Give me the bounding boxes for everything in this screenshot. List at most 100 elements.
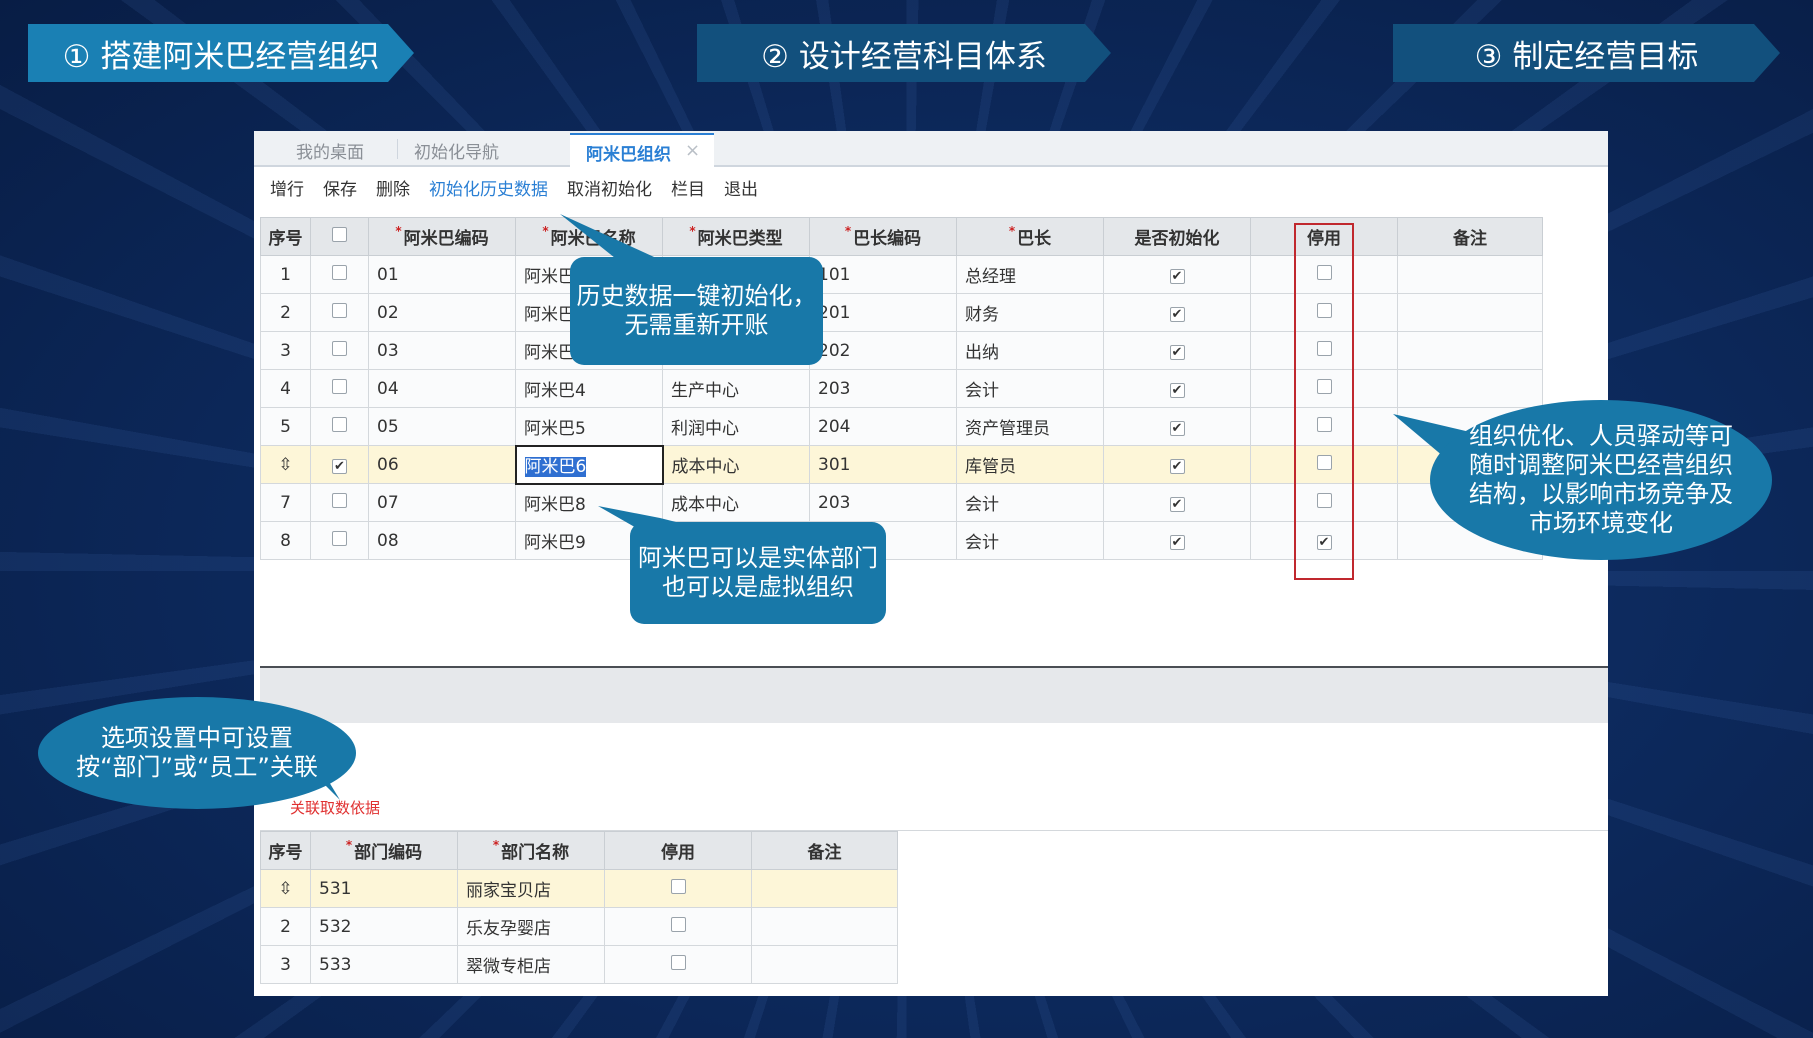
row-select-cell[interactable]: ✔ (310, 445, 369, 484)
leader-cell[interactable]: 库管员 (956, 445, 1104, 484)
table-row[interactable]: ⇳ 531 丽家宝贝店 (260, 869, 898, 908)
delete-button[interactable]: 删除 (376, 175, 410, 200)
initialized-checkbox[interactable]: ✔ (1169, 420, 1185, 436)
add-row-button[interactable]: 增行 (270, 175, 304, 200)
row-select-checkbox[interactable] (332, 530, 347, 546)
amoeba-type-cell[interactable]: 生产中心 (662, 369, 810, 408)
row-select-cell[interactable] (310, 331, 369, 370)
cancel-init-button[interactable]: 取消初始化 (567, 175, 652, 200)
amoeba-type-cell[interactable]: 成本中心 (662, 483, 810, 522)
row-select-cell[interactable] (310, 293, 369, 332)
close-icon[interactable]: × (685, 140, 700, 167)
leader-code-cell[interactable]: 204 (809, 407, 957, 446)
disabled-cell[interactable] (604, 907, 752, 946)
row-select-cell[interactable] (310, 483, 369, 522)
exit-button[interactable]: 退出 (724, 175, 758, 200)
initialized-cell[interactable]: ✔ (1103, 445, 1251, 484)
remark-cell[interactable] (751, 907, 898, 946)
amoeba-type-cell[interactable]: 利润中心 (662, 407, 810, 446)
remark-cell[interactable] (751, 869, 898, 908)
amoeba-name-cell[interactable]: 阿米巴4 (515, 369, 663, 408)
leader-code-cell[interactable]: 101 (809, 255, 957, 294)
initialized-cell[interactable]: ✔ (1103, 331, 1251, 370)
initialized-checkbox[interactable]: ✔ (1169, 496, 1185, 512)
tab-init-guide[interactable]: 初始化导航 (414, 138, 499, 163)
initialized-checkbox[interactable]: ✔ (1169, 306, 1185, 322)
initialized-cell[interactable]: ✔ (1103, 407, 1251, 446)
amoeba-name-cell[interactable]: 阿米巴5 (515, 407, 663, 446)
dept-code-cell[interactable]: 532 (310, 907, 458, 946)
leader-code-cell[interactable]: 301 (809, 445, 957, 484)
initialized-cell[interactable]: ✔ (1103, 293, 1251, 332)
tab-amoeba-org[interactable]: 阿米巴组织 × (570, 133, 715, 167)
col-header-select-all[interactable] (310, 217, 369, 256)
leader-cell[interactable]: 财务 (956, 293, 1104, 332)
columns-button[interactable]: 栏目 (671, 175, 705, 200)
disabled-checkbox[interactable] (670, 916, 686, 932)
amoeba-name-input[interactable]: 阿米巴6 (514, 444, 664, 485)
initialized-cell[interactable]: ✔ (1103, 483, 1251, 522)
amoeba-code-cell[interactable]: 06 (368, 445, 516, 484)
row-select-checkbox[interactable] (332, 264, 347, 280)
row-select-checkbox[interactable] (332, 378, 347, 394)
amoeba-code-cell[interactable]: 03 (368, 331, 516, 370)
leader-cell[interactable]: 总经理 (956, 255, 1104, 294)
amoeba-name-cell[interactable]: 阿米巴8 (515, 483, 663, 522)
dept-name-cell[interactable]: 丽家宝贝店 (457, 869, 605, 908)
amoeba-code-cell[interactable]: 04 (368, 369, 516, 408)
table-row[interactable]: 3 533 翠微专柜店 (260, 945, 898, 984)
dept-name-cell[interactable]: 乐友孕婴店 (457, 907, 605, 946)
disabled-checkbox[interactable] (670, 954, 686, 970)
initialized-cell[interactable]: ✔ (1103, 521, 1251, 560)
row-select-checkbox[interactable]: ✔ (332, 458, 347, 474)
dept-code-cell[interactable]: 533 (310, 945, 458, 984)
initialized-cell[interactable]: ✔ (1103, 369, 1251, 408)
initialized-checkbox[interactable]: ✔ (1169, 534, 1185, 550)
row-select-checkbox[interactable] (332, 340, 347, 356)
initialized-checkbox[interactable]: ✔ (1169, 458, 1185, 474)
dept-name-cell[interactable]: 翠微专柜店 (457, 945, 605, 984)
row-select-cell[interactable] (310, 255, 369, 294)
disabled-checkbox[interactable] (670, 878, 686, 894)
init-history-button[interactable]: 初始化历史数据 (429, 175, 548, 200)
row-select-cell[interactable] (310, 521, 369, 560)
amoeba-code-cell[interactable]: 01 (368, 255, 516, 294)
remark-cell[interactable] (751, 945, 898, 984)
initialized-checkbox[interactable]: ✔ (1169, 382, 1185, 398)
leader-cell[interactable]: 资产管理员 (956, 407, 1104, 446)
remark-cell[interactable] (1397, 331, 1543, 370)
select-all-checkbox[interactable] (332, 226, 347, 242)
amoeba-code-cell[interactable]: 02 (368, 293, 516, 332)
remark-cell[interactable] (1397, 255, 1543, 294)
amoeba-code-cell[interactable]: 08 (368, 521, 516, 560)
leader-code-cell[interactable]: 203 (809, 483, 957, 522)
save-button[interactable]: 保存 (323, 175, 357, 200)
leader-cell[interactable]: 会计 (956, 369, 1104, 408)
initialized-checkbox[interactable]: ✔ (1169, 268, 1185, 284)
dept-code-cell[interactable]: 531 (310, 869, 458, 908)
row-select-cell[interactable] (310, 407, 369, 446)
remark-cell[interactable] (1397, 293, 1543, 332)
row-select-checkbox[interactable] (332, 492, 347, 508)
tab-my-desktop[interactable]: 我的桌面 (296, 138, 364, 163)
amoeba-code-cell[interactable]: 05 (368, 407, 516, 446)
remark-cell[interactable] (1397, 369, 1543, 408)
leader-code-cell[interactable]: 201 (809, 293, 957, 332)
amoeba-code-cell[interactable]: 07 (368, 483, 516, 522)
row-select-cell[interactable] (310, 369, 369, 408)
leader-cell[interactable]: 会计 (956, 521, 1104, 560)
table-header: 序号 * 部门编码 * 部门名称 停用 备注 (260, 831, 898, 870)
disabled-cell[interactable] (604, 945, 752, 984)
initialized-checkbox[interactable]: ✔ (1169, 344, 1185, 360)
leader-cell[interactable]: 出纳 (956, 331, 1104, 370)
amoeba-type-cell[interactable]: 成本中心 (662, 445, 810, 484)
splitter-band[interactable] (260, 668, 1608, 723)
leader-cell[interactable]: 会计 (956, 483, 1104, 522)
leader-code-cell[interactable]: 203 (809, 369, 957, 408)
table-row[interactable]: 2 532 乐友孕婴店 (260, 907, 898, 946)
row-select-checkbox[interactable] (332, 302, 347, 318)
leader-code-cell[interactable]: 202 (809, 331, 957, 370)
initialized-cell[interactable]: ✔ (1103, 255, 1251, 294)
disabled-cell[interactable] (604, 869, 752, 908)
row-select-checkbox[interactable] (332, 416, 347, 432)
